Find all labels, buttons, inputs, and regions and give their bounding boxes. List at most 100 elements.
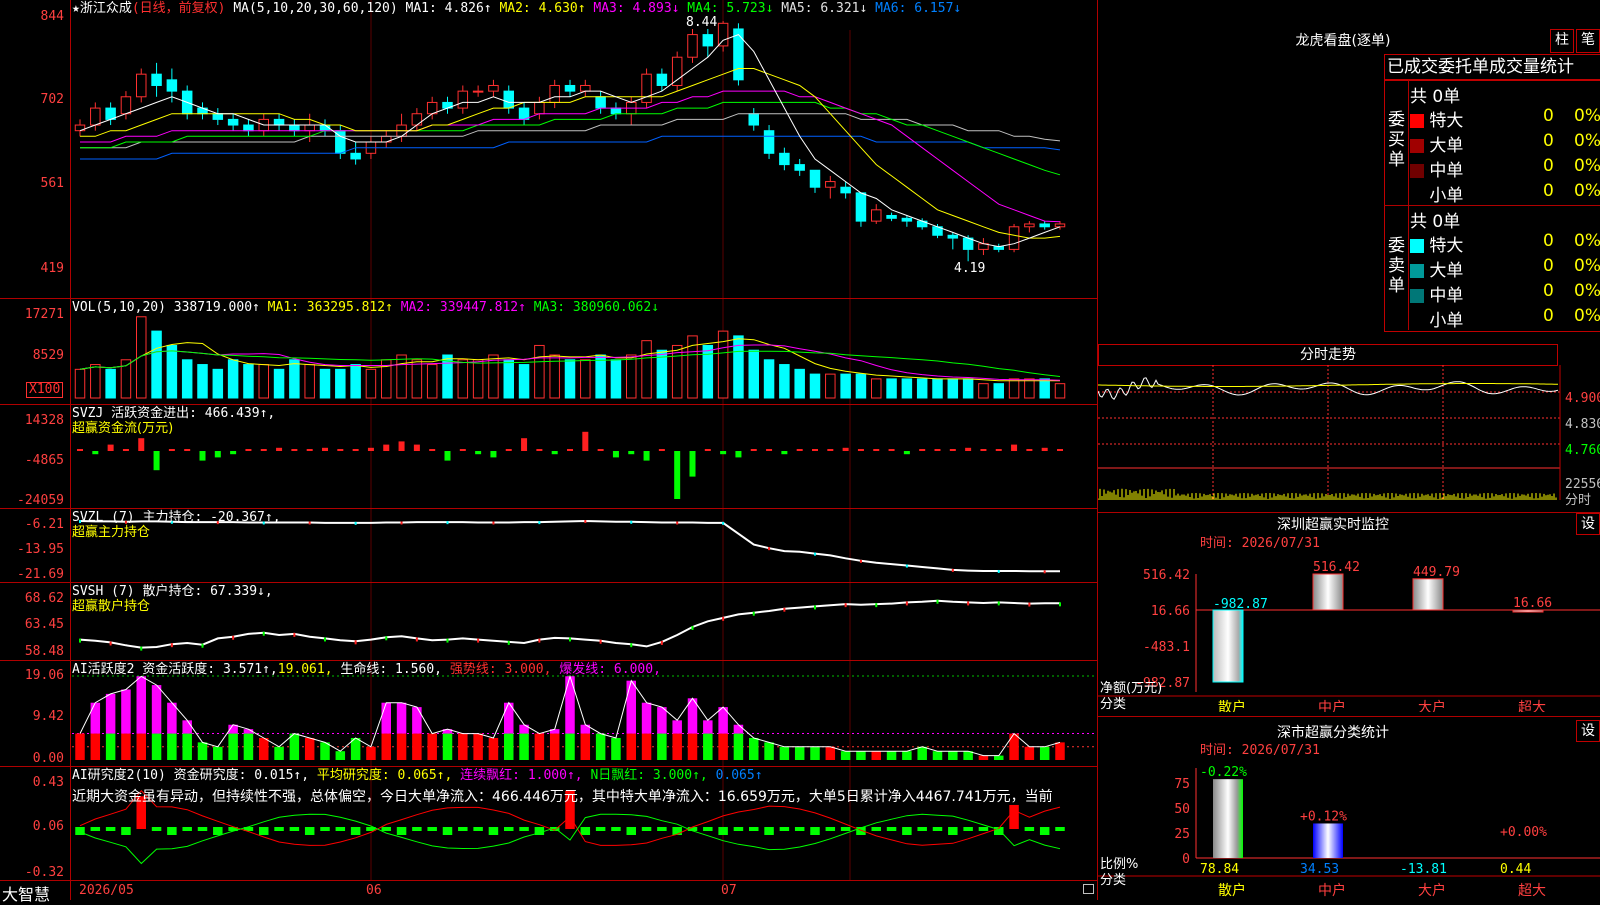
activity-bar-top <box>396 702 407 734</box>
activity-bar <box>90 733 101 760</box>
fund-flow-bar <box>107 444 114 451</box>
research-bar <box>580 827 591 835</box>
price-caption: ★浙江众成(日线，前复权) MA(5,10,20,30,60,120) MA1:… <box>72 2 961 16</box>
activity-bar <box>228 733 238 760</box>
classify-delta-label: +0.12% <box>1300 809 1347 824</box>
vol-ma1: MA1: 363295.812↑ <box>267 300 393 315</box>
research-bar <box>519 827 529 831</box>
order-row-count: 0 <box>1543 256 1554 276</box>
activity-bar-top <box>703 720 713 734</box>
research-bar <box>442 827 453 835</box>
candle-body <box>595 96 606 109</box>
ai-research-y-label: 0.06 <box>32 819 64 834</box>
intraday-chart[interactable] <box>1098 365 1598 512</box>
panel-separator <box>0 298 1098 299</box>
fund-flow-bar <box>1026 449 1033 451</box>
activity-bar-top <box>121 689 131 734</box>
candle-body <box>733 28 744 81</box>
volume-bar <box>886 378 897 399</box>
activity-bar <box>396 733 407 760</box>
period-label[interactable]: (日线，前复权) <box>132 1 226 16</box>
main-chart[interactable] <box>0 0 1097 900</box>
volume-bar <box>426 364 438 399</box>
activity-bar <box>213 746 223 760</box>
research-bar <box>641 827 652 831</box>
activity-bar <box>75 733 85 760</box>
monitor-time: 时间: 2026/07/31 <box>1200 536 1320 551</box>
activity-bar <box>182 733 192 760</box>
retail-holding-tick <box>140 646 143 651</box>
volume-bar <box>840 373 851 399</box>
research-bar <box>396 827 407 835</box>
activity-bar <box>825 746 836 760</box>
candle-body <box>488 84 499 92</box>
panel-separator <box>1098 512 1600 513</box>
monitor-value-label: 516.42 <box>1313 560 1360 575</box>
activity-bar <box>304 737 315 760</box>
candle-body <box>809 169 821 188</box>
fund-flow-bar <box>735 451 742 458</box>
research-bar <box>427 827 437 831</box>
candle-body <box>304 124 315 132</box>
fund-flow-bar <box>184 449 191 451</box>
panel-separator <box>0 766 1098 767</box>
monitor-bar <box>1312 573 1344 611</box>
candle-body <box>1039 223 1050 228</box>
ma-caption: MA(5,10,20,30,60,120) <box>233 1 398 16</box>
volume-bar <box>702 344 714 399</box>
fund-flow-bar <box>1011 444 1018 451</box>
order-row-name: 特大 <box>1424 236 1464 256</box>
candle-body <box>243 124 254 132</box>
order-row-pct: 0% <box>1574 131 1600 151</box>
activity-bar-top <box>733 724 744 734</box>
candle-body <box>350 152 361 160</box>
fund-flow-bar <box>934 449 941 451</box>
activity-bar-top <box>381 702 391 734</box>
order-row-name: 中单 <box>1424 286 1464 306</box>
fund-flow-bar <box>429 449 436 451</box>
fund-flow-bar <box>842 447 849 451</box>
activity-bar <box>565 733 575 760</box>
volume-bar <box>90 364 101 399</box>
tick-mode-button[interactable]: 笔 <box>1576 29 1600 53</box>
activity-bar-top <box>565 676 575 734</box>
research-bar <box>595 827 606 831</box>
vol-caption: VOL(5,10,20) 338719.000↑ MA1: 363295.812… <box>72 301 659 315</box>
classify-bar <box>1213 779 1243 858</box>
volume-bar <box>1039 378 1050 399</box>
research-bar <box>182 827 192 831</box>
intraday-vol-caption: 分时 <box>1565 493 1592 508</box>
svzj-caption: SVZJ 活跃资金进出: 466.439↑, <box>72 406 276 421</box>
fund-flow-bar <box>367 447 374 451</box>
fund-flow-bar <box>536 449 543 451</box>
fund-flow-bar <box>122 449 129 451</box>
lock-icon[interactable] <box>1083 884 1094 894</box>
order-row-count: 0 <box>1543 106 1554 126</box>
main-holding-tick <box>584 520 587 524</box>
volume-bar <box>595 354 606 399</box>
monitor-settings-button[interactable]: 设 <box>1576 513 1600 535</box>
classify-y-label: 25 <box>1174 827 1190 842</box>
favorite-star-icon[interactable]: ★ <box>72 1 80 16</box>
retail-holding-tick <box>538 638 541 643</box>
fund-flow-bar <box>214 451 221 458</box>
candle-body <box>671 56 683 86</box>
research-bar <box>932 827 943 831</box>
volume-bar <box>932 378 943 399</box>
ai-active-y-label: 0.00 <box>32 751 64 766</box>
volume-bar <box>289 359 300 399</box>
activity-bar-top <box>90 702 101 734</box>
research-bar <box>886 827 897 831</box>
fund-flow-bar <box>612 451 619 458</box>
bar-mode-button[interactable]: 柱 <box>1550 29 1574 53</box>
classify-settings-button[interactable]: 设 <box>1576 720 1600 742</box>
order-row: 大单 0 0% <box>1410 131 1600 156</box>
classify-delta-label: -0.22% <box>1200 765 1247 780</box>
retail-holding-tick <box>232 635 235 640</box>
classify-side-label2: 分类 <box>1100 873 1127 888</box>
activity-bar <box>167 733 177 760</box>
fund-flow-bar <box>199 451 206 461</box>
svzl-y-label: -13.95 <box>17 542 64 557</box>
order-row: 大单 0 0% <box>1410 256 1600 281</box>
ai-active-v2: 19.061, <box>277 662 333 677</box>
